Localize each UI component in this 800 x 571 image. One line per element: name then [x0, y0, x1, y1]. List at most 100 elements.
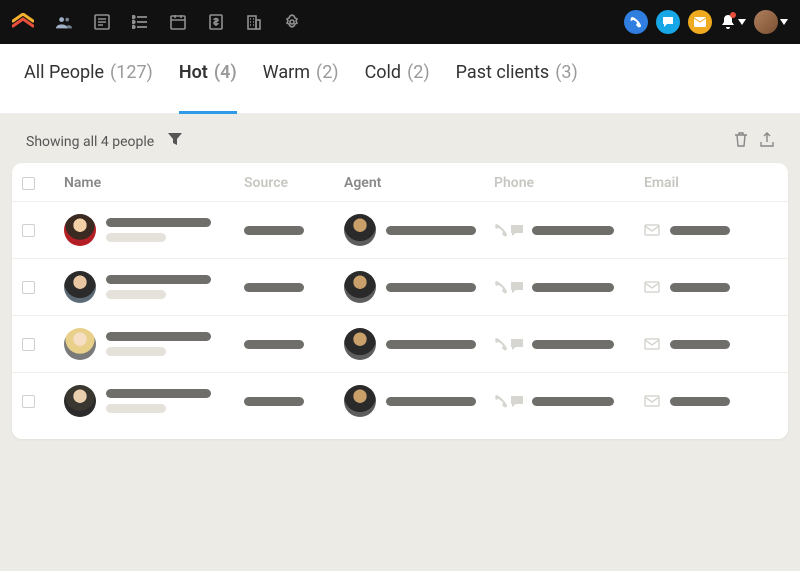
name-placeholder: [106, 218, 211, 227]
tab-past-clients[interactable]: Past clients (3): [456, 62, 578, 114]
source-placeholder: [244, 226, 304, 235]
sms-icon: [510, 223, 524, 237]
sms-icon: [510, 394, 524, 408]
table-row[interactable]: [12, 316, 788, 373]
notifications-button[interactable]: [720, 14, 746, 30]
chat-button[interactable]: [656, 10, 680, 34]
phone-placeholder: [532, 340, 614, 349]
mail-button[interactable]: [688, 10, 712, 34]
select-all-checkbox[interactable]: [22, 177, 35, 190]
note-icon[interactable]: [94, 14, 110, 30]
people-icon[interactable]: [56, 14, 72, 30]
content-area: Showing all 4 people Name Source Agent P…: [0, 114, 800, 571]
agent-avatar: [344, 328, 376, 360]
source-placeholder: [244, 340, 304, 349]
col-phone[interactable]: Phone: [494, 175, 644, 191]
phone-icon: [494, 280, 508, 294]
phone-icon: [494, 337, 508, 351]
col-agent[interactable]: Agent: [344, 175, 494, 191]
sub-placeholder: [106, 347, 166, 356]
phone-placeholder: [532, 226, 614, 235]
list-icon[interactable]: [132, 14, 148, 30]
tab-hot[interactable]: Hot (4): [179, 62, 237, 114]
tab-label: All People: [24, 62, 104, 83]
phone-icon: [494, 394, 508, 408]
tab-count: (2): [407, 62, 430, 83]
col-name[interactable]: Name: [64, 175, 244, 191]
email-placeholder: [670, 397, 730, 406]
notification-dot: [730, 12, 736, 18]
sub-placeholder: [106, 290, 166, 299]
phone-icon: [494, 223, 508, 237]
row-checkbox[interactable]: [22, 224, 35, 237]
profile-avatar: [754, 10, 778, 34]
tab-count: (2): [316, 62, 339, 83]
person-avatar: [64, 328, 96, 360]
agent-avatar: [344, 214, 376, 246]
email-icon: [644, 335, 660, 354]
row-checkbox[interactable]: [22, 395, 35, 408]
sub-placeholder: [106, 233, 166, 242]
sub-placeholder: [106, 404, 166, 413]
building-icon[interactable]: [246, 14, 262, 30]
sms-icon: [510, 337, 524, 351]
col-source[interactable]: Source: [244, 175, 344, 191]
table-row[interactable]: [12, 259, 788, 316]
agent-placeholder: [386, 283, 476, 292]
person-avatar: [64, 385, 96, 417]
person-avatar: [64, 271, 96, 303]
export-button[interactable]: [760, 132, 774, 151]
person-avatar: [64, 214, 96, 246]
email-icon: [644, 278, 660, 297]
tab-count: (127): [110, 62, 153, 83]
tab-label: Cold: [365, 62, 402, 83]
profile-menu[interactable]: [754, 10, 788, 34]
agent-placeholder: [386, 397, 476, 406]
tab-cold[interactable]: Cold (2): [365, 62, 430, 114]
agent-avatar: [344, 385, 376, 417]
name-placeholder: [106, 275, 211, 284]
calendar-icon[interactable]: [170, 14, 186, 30]
list-toolbar: Showing all 4 people: [12, 132, 788, 163]
table-row[interactable]: [12, 373, 788, 429]
table-header: Name Source Agent Phone Email: [12, 163, 788, 202]
delete-button[interactable]: [734, 132, 748, 151]
tab-all-people[interactable]: All People (127): [24, 62, 153, 114]
call-button[interactable]: [624, 10, 648, 34]
email-placeholder: [670, 226, 730, 235]
tab-label: Past clients: [456, 62, 550, 83]
settings-icon[interactable]: [284, 14, 300, 30]
phone-placeholder: [532, 283, 614, 292]
agent-avatar: [344, 271, 376, 303]
row-checkbox[interactable]: [22, 281, 35, 294]
source-placeholder: [244, 397, 304, 406]
email-icon: [644, 392, 660, 411]
table-row[interactable]: [12, 202, 788, 259]
tab-label: Warm: [263, 62, 310, 83]
email-placeholder: [670, 283, 730, 292]
tab-label: Hot: [179, 62, 208, 83]
name-placeholder: [106, 332, 211, 341]
email-placeholder: [670, 340, 730, 349]
agent-placeholder: [386, 340, 476, 349]
col-email[interactable]: Email: [644, 175, 754, 191]
sms-icon: [510, 280, 524, 294]
source-placeholder: [244, 283, 304, 292]
people-table: Name Source Agent Phone Email: [12, 163, 788, 439]
name-placeholder: [106, 389, 211, 398]
people-tabs: All People (127) Hot (4) Warm (2) Cold (…: [0, 44, 800, 114]
agent-placeholder: [386, 226, 476, 235]
top-nav: [0, 0, 800, 44]
chevron-down-icon: [780, 18, 788, 26]
tab-count: (3): [555, 62, 578, 83]
row-checkbox[interactable]: [22, 338, 35, 351]
phone-placeholder: [532, 397, 614, 406]
tab-warm[interactable]: Warm (2): [263, 62, 339, 114]
logo-icon[interactable]: [12, 11, 34, 33]
tab-count: (4): [214, 62, 237, 83]
money-icon[interactable]: [208, 14, 224, 30]
filter-button[interactable]: [168, 133, 182, 151]
email-icon: [644, 221, 660, 240]
showing-text: Showing all 4 people: [26, 134, 154, 150]
chevron-down-icon: [738, 18, 746, 26]
